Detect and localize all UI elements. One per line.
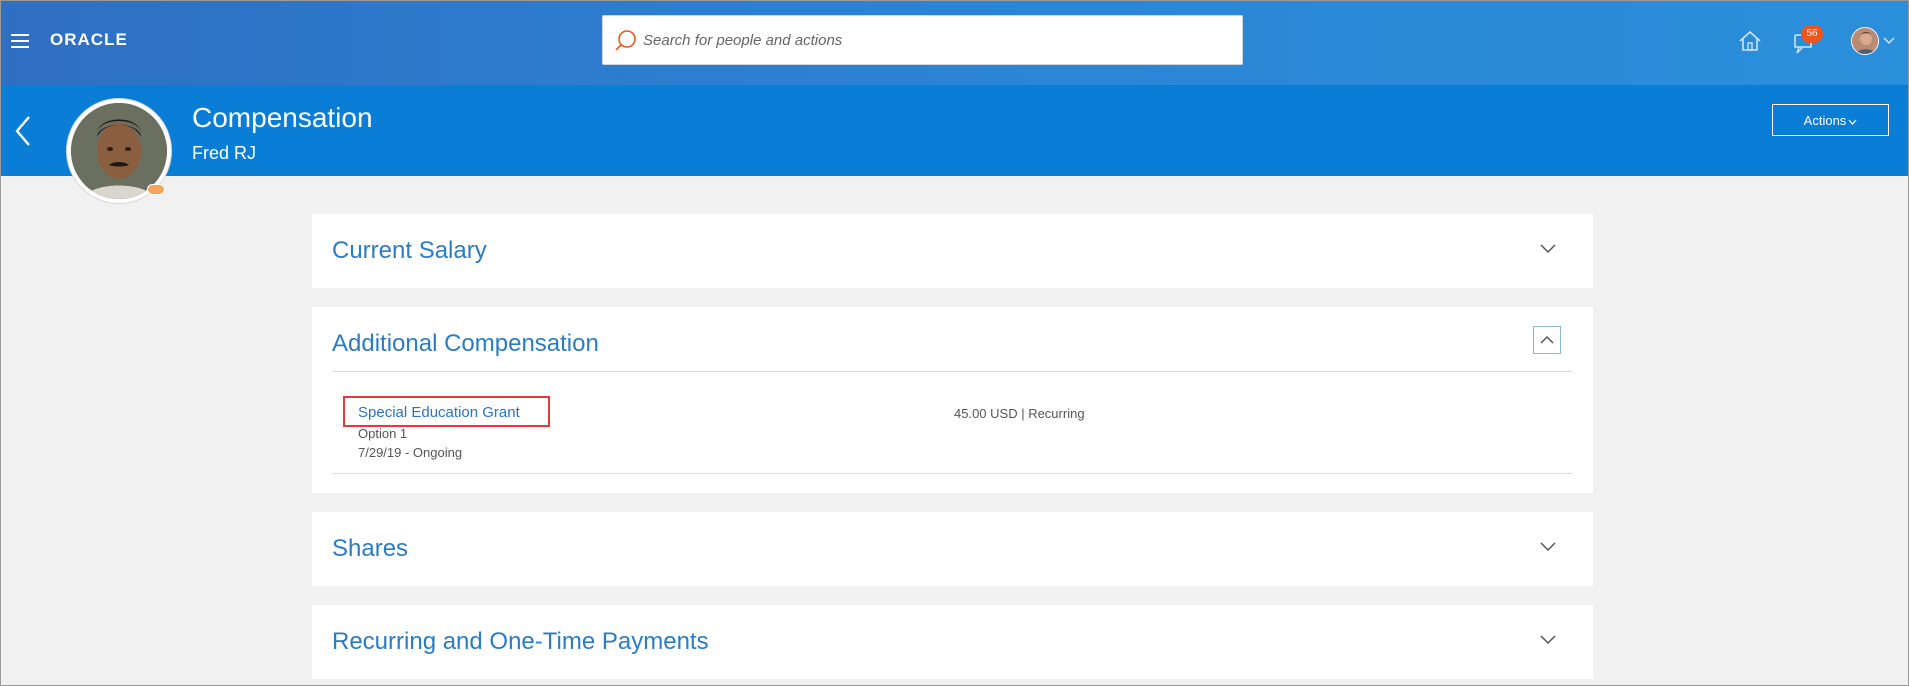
actions-button-label: Actions [1803, 112, 1847, 128]
payments-panel: Recurring and One-Time Payments [312, 605, 1593, 679]
home-icon[interactable] [1737, 29, 1763, 53]
chevron-down-icon[interactable] [1539, 634, 1557, 646]
user-photo-icon [1852, 28, 1878, 54]
actions-button[interactable]: Actions [1772, 104, 1889, 136]
chevron-down-icon[interactable] [1539, 243, 1557, 255]
chevron-up-icon [1540, 335, 1554, 344]
chevron-down-icon[interactable] [1883, 37, 1895, 45]
person-name: Fred RJ [192, 143, 257, 163]
search-icon [615, 30, 636, 51]
notification-count-badge[interactable]: 56 [1801, 25, 1823, 43]
current-salary-title[interactable]: Current Salary [332, 237, 487, 265]
oracle-logo[interactable]: ORACLE [50, 30, 128, 50]
divider [332, 371, 1573, 372]
compensation-item-option: Option 1 [358, 426, 408, 441]
compensation-item-amount: 45.00 USD | Recurring [954, 406, 1085, 421]
compensation-item-link[interactable]: Special Education Grant [358, 404, 520, 421]
shares-panel: Shares [312, 512, 1593, 586]
divider [332, 473, 1573, 474]
chevron-down-icon[interactable] [1539, 541, 1557, 553]
menu-icon[interactable] [11, 34, 29, 48]
payments-title[interactable]: Recurring and One-Time Payments [332, 628, 709, 656]
additional-compensation-title[interactable]: Additional Compensation [332, 330, 599, 358]
back-arrow-icon[interactable] [13, 114, 33, 148]
current-salary-panel: Current Salary [312, 214, 1593, 288]
top-navigation-bar: ORACLE 56 [1, 1, 1908, 85]
additional-compensation-panel: Additional Compensation Special Educatio… [312, 307, 1593, 493]
shares-title[interactable]: Shares [332, 535, 408, 563]
collapse-button[interactable] [1533, 326, 1561, 354]
user-avatar[interactable] [1851, 27, 1879, 55]
chevron-down-icon [1848, 113, 1857, 128]
page-title: Compensation [192, 102, 373, 133]
search-input[interactable] [643, 16, 1233, 64]
presence-indicator [147, 184, 165, 195]
compensation-item-dates: 7/29/19 - Ongoing [358, 445, 463, 460]
global-search[interactable] [602, 15, 1243, 65]
